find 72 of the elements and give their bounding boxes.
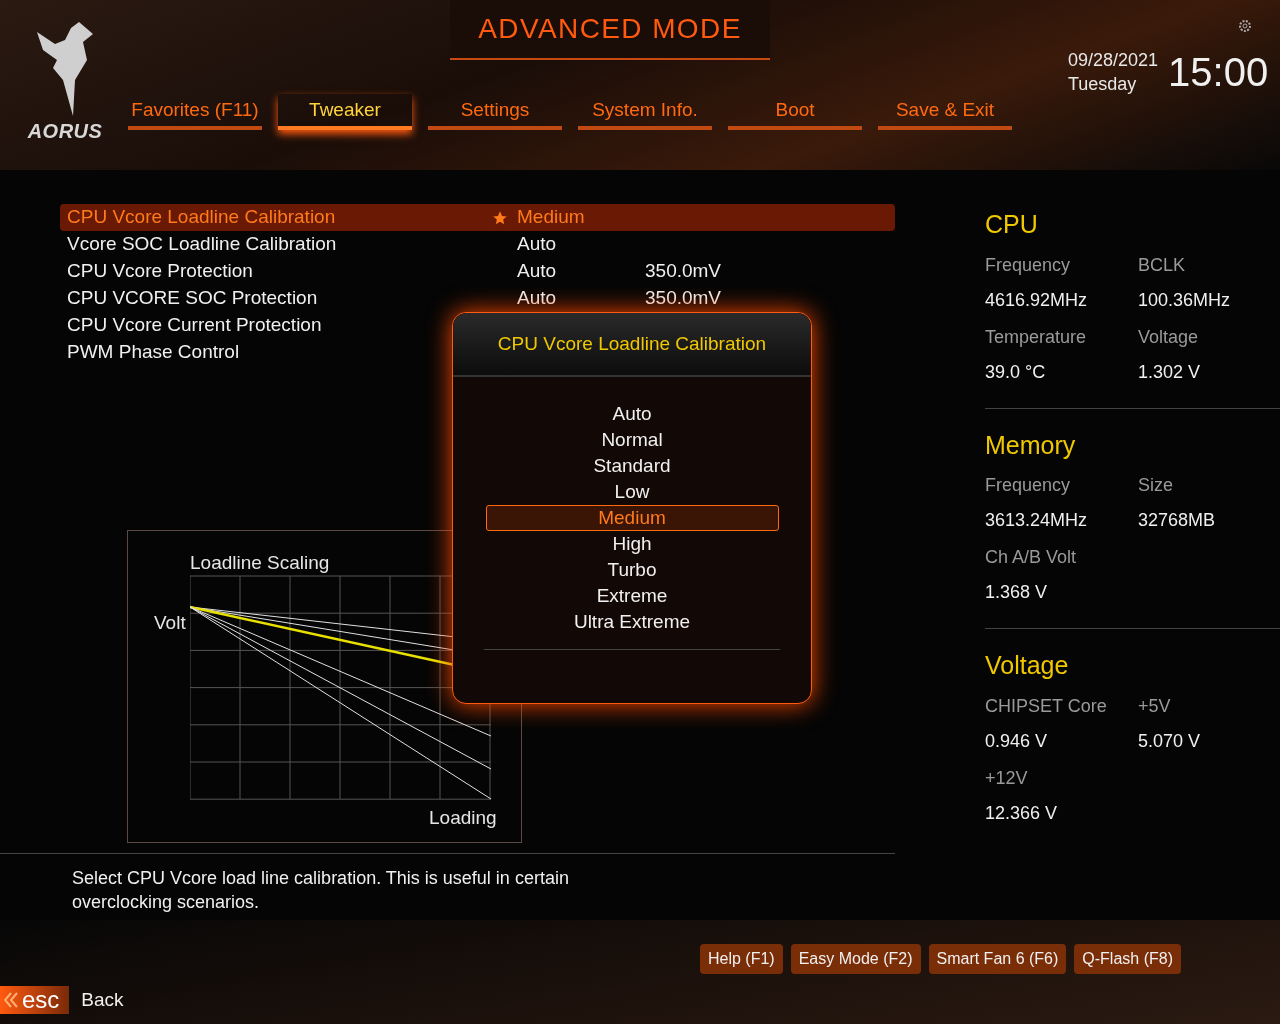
logo-text: AORUS	[27, 119, 103, 144]
setting-value: Auto	[517, 259, 558, 284]
function-key-button[interactable]: Easy Mode (F2)	[790, 944, 921, 974]
setting-reading: 350.0mV	[645, 286, 722, 311]
monitor-label: CHIPSET Core	[985, 694, 1108, 718]
monitor-value: 0.946 V	[985, 729, 1049, 753]
setting-value: Medium	[517, 205, 586, 230]
function-key-button[interactable]: Q-Flash (F8)	[1074, 944, 1181, 974]
monitor-value: 4616.92MHz	[985, 288, 1089, 312]
clock-time: 15:00	[1168, 49, 1269, 96]
monitor-label: BCLK	[1138, 253, 1187, 277]
monitor-value: 1.368 V	[985, 581, 1049, 604]
monitor-value: 3613.24MHz	[985, 509, 1089, 532]
setting-reading: 350.0mV	[645, 259, 722, 284]
monitor-heading: Voltage	[985, 650, 1070, 681]
monitor-label: Ch A/B Volt	[985, 546, 1078, 569]
setting-label: Vcore SOC Loadline Calibration	[67, 232, 338, 257]
date-text: 09/28/2021	[1068, 49, 1159, 72]
setting-row[interactable]: CPU VCORE SOC Protection Auto 350.0mV	[60, 285, 729, 312]
monitor-label: Size	[1138, 474, 1174, 497]
back-label: Back	[81, 988, 124, 1012]
monitor-heading: CPU	[985, 209, 1039, 240]
nav-tab[interactable]: System Info.	[578, 94, 712, 130]
mode-title: ADVANCED MODE	[478, 12, 742, 46]
nav-tab[interactable]: Favorites (F11)	[128, 94, 262, 130]
setting-value: Auto	[517, 286, 558, 311]
monitor-label: Temperature	[985, 325, 1088, 349]
settings-icon[interactable]	[1238, 19, 1252, 33]
monitor-value: 5.070 V	[1138, 729, 1202, 753]
monitor-label: Voltage	[1138, 325, 1200, 349]
monitor-heading: Memory	[985, 429, 1077, 461]
setting-row[interactable]: CPU Vcore Loadline Calibration Medium	[60, 204, 895, 231]
function-key-button[interactable]: Help (F1)	[700, 944, 783, 974]
x-axis-label: Loading	[429, 806, 497, 830]
setting-label: CPU Vcore Loadline Calibration	[67, 205, 337, 230]
help-description: Select CPU Vcore load line calibration. This is useful in certain overclocking scenarios.	[72, 867, 570, 914]
option-item[interactable]: Low	[485, 479, 779, 505]
nav-tab[interactable]: Settings	[428, 94, 562, 130]
monitor-value: 100.36MHz	[1138, 288, 1232, 312]
monitor-value: 32768MB	[1138, 509, 1217, 532]
popup-title: CPU Vcore Loadline Calibration	[497, 331, 767, 356]
y-axis-label: Volt	[154, 611, 186, 635]
monitor-label: Frequency	[985, 474, 1072, 497]
setting-row[interactable]: CPU Vcore Protection Auto 350.0mV	[60, 258, 729, 285]
option-item[interactable]: Turbo	[485, 557, 779, 583]
day-text: Tuesday	[1068, 73, 1138, 96]
setting-label: PWM Phase Control	[67, 340, 241, 365]
option-item[interactable]: Medium	[485, 505, 779, 531]
nav-tab[interactable]: Tweaker	[278, 94, 412, 130]
setting-label: CPU Vcore Protection	[67, 259, 254, 284]
option-item[interactable]: Standard	[485, 453, 779, 479]
monitor-value: 39.0 °C	[985, 360, 1047, 384]
nav-tab[interactable]: Boot	[728, 94, 862, 130]
graph-title: Loadline Scaling	[190, 551, 330, 575]
setting-label: CPU Vcore Current Protection	[67, 313, 323, 338]
monitor-label: Frequency	[985, 253, 1072, 277]
monitor-value: 12.366 V	[985, 801, 1059, 825]
double-chevron-icon	[4, 992, 18, 1009]
setting-label: CPU VCORE SOC Protection	[67, 286, 319, 311]
monitor-label: +5V	[1138, 694, 1172, 718]
option-item[interactable]: High	[485, 531, 779, 557]
setting-row[interactable]: Vcore SOC Loadline Calibration Auto	[60, 231, 652, 258]
nav-tab[interactable]: Save & Exit	[878, 94, 1012, 130]
esc-key-button[interactable]: esc	[0, 986, 70, 1015]
function-key-button[interactable]: Smart Fan 6 (F6)	[928, 944, 1067, 974]
option-item[interactable]: Ultra Extreme	[485, 609, 779, 635]
option-item[interactable]: Normal	[485, 427, 779, 453]
option-item[interactable]: Auto	[485, 401, 779, 427]
monitor-label: +12V	[985, 766, 1029, 790]
setting-value: Auto	[517, 232, 558, 257]
monitor-value: 1.302 V	[1138, 360, 1202, 384]
option-item[interactable]: Extreme	[485, 583, 779, 609]
